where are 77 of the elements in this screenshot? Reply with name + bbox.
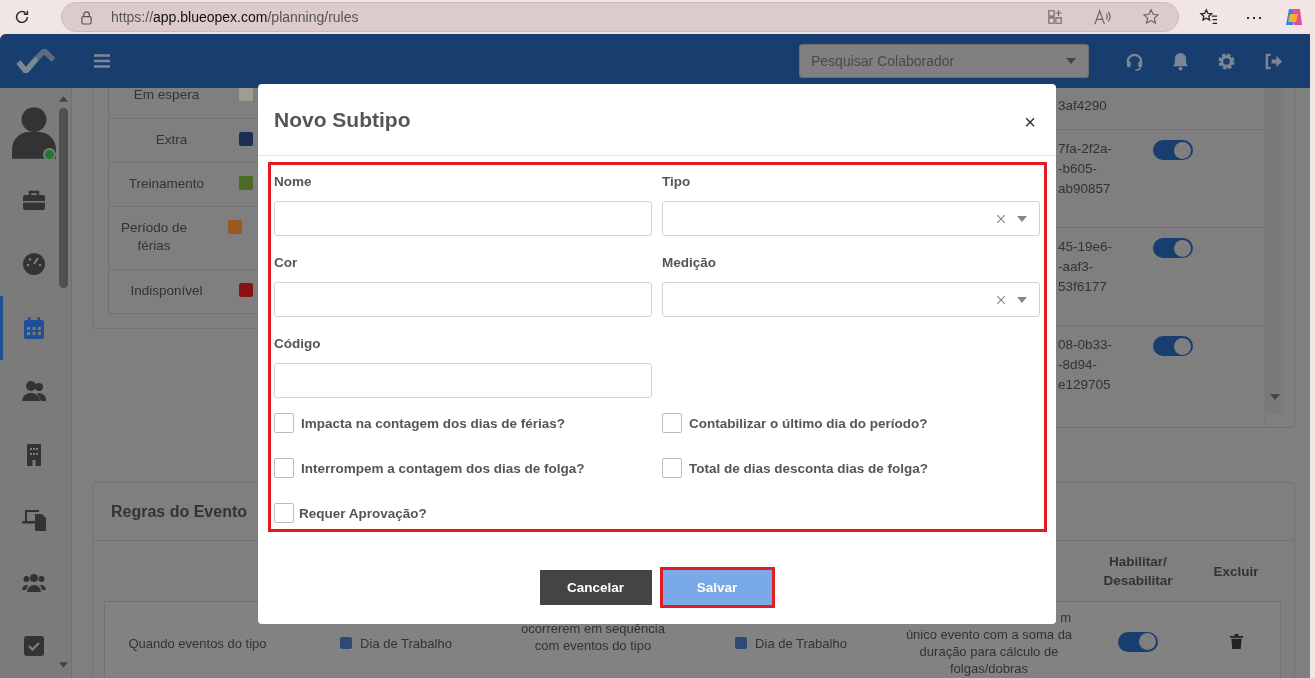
read-aloud-icon[interactable] — [1093, 8, 1112, 26]
checkbox[interactable] — [274, 458, 294, 478]
table-cell: m — [1060, 609, 1071, 626]
column-header: Excluir — [1213, 562, 1259, 581]
checkbox-label: Interrompem a contagem dos dias de folga? — [301, 460, 585, 476]
caret-icon[interactable] — [1017, 215, 1027, 222]
lock-icon — [80, 9, 93, 25]
checkbox[interactable] — [274, 503, 294, 523]
field-label: Cor — [274, 254, 298, 272]
trash-icon[interactable] — [1229, 633, 1243, 649]
dialog-title: Novo Subtipo — [274, 107, 411, 132]
headset-icon[interactable] — [1125, 51, 1144, 71]
avatar-icon[interactable] — [12, 104, 56, 160]
apps-icon[interactable] — [1047, 9, 1063, 25]
checkbox-label: Requer Aprovação? — [299, 505, 427, 521]
field-label: Tipo — [662, 173, 691, 191]
table-cell: Dia de Trabalho — [360, 634, 452, 652]
checkbox-label: Contabilizar o último dia do período? — [689, 415, 928, 431]
field-label: Medição — [662, 254, 716, 272]
logout-icon[interactable] — [1264, 52, 1283, 70]
more-menu[interactable]: ⋯ — [1245, 6, 1263, 28]
input-field[interactable] — [274, 363, 652, 398]
scrollbar-thumb[interactable] — [58, 108, 68, 288]
star-icon[interactable] — [1142, 8, 1160, 26]
menu-icon[interactable] — [94, 54, 110, 68]
toggle-switch[interactable] — [1153, 336, 1193, 356]
calendar-icon — [21, 315, 46, 340]
copilot-icon[interactable] — [1283, 6, 1305, 28]
input-field[interactable] — [274, 201, 652, 236]
legend-label: Treinamento — [127, 175, 206, 193]
legend-label: Em espera — [132, 88, 201, 104]
id-cell-text: 08-0b33- -8d94- e129705 — [1058, 336, 1114, 394]
legend-label: Período de férias — [119, 219, 189, 255]
checkbox-label: Impacta na contagem dos dias de férias? — [301, 415, 566, 431]
id-cell-text: 7fa-2f2a- -b605- ab90857 — [1058, 140, 1114, 198]
check-logo-icon — [16, 49, 56, 73]
checkbox[interactable] — [662, 413, 682, 433]
scroll-up-icon[interactable] — [58, 96, 68, 102]
scroll-down-icon[interactable] — [1270, 394, 1280, 400]
select-field[interactable] — [662, 282, 1040, 317]
close-button[interactable]: × — [1020, 111, 1040, 134]
people-icon — [21, 379, 46, 404]
clear-icon[interactable] — [997, 295, 1005, 304]
toggle-switch[interactable] — [1118, 631, 1158, 652]
favorites-icon[interactable] — [1199, 8, 1219, 26]
toggle-switch[interactable] — [1153, 140, 1193, 160]
checkbox-label: Total de dias desconta dias de folga? — [689, 460, 929, 476]
table-cell: Quando eventos do tipo — [128, 634, 267, 652]
address-bar[interactable]: https://app.blueopex.com/planning/rules — [61, 2, 1179, 32]
legend-label: Extra — [154, 131, 189, 149]
scroll-down-icon[interactable] — [58, 662, 68, 668]
caret-icon[interactable] — [1017, 296, 1027, 303]
field-label: Nome — [274, 173, 312, 191]
url-text: https://app.blueopex.com/planning/rules — [111, 9, 359, 25]
id-cell-text: 45-19e6- -aaf3- 53f6177 — [1058, 238, 1114, 296]
settings-icon[interactable] — [1217, 51, 1236, 71]
toggle-switch[interactable] — [1153, 238, 1193, 258]
table-cell-text: único evento com a soma da duração para cálculo de folgas/dobras — [904, 626, 1074, 677]
select-field[interactable] — [662, 201, 1040, 236]
gauge-icon — [21, 252, 46, 277]
bell-icon[interactable] — [1172, 51, 1189, 71]
reload-icon[interactable] — [13, 8, 31, 26]
checkbox[interactable] — [662, 458, 682, 478]
legend-label: Indisponível — [129, 282, 204, 300]
table-cell-text: ocorrerem em sequência com eventos do tipo — [520, 619, 666, 654]
id-cell-text: 3af4290 — [1058, 97, 1108, 115]
input-field[interactable] — [274, 282, 652, 317]
caret-icon — [1066, 58, 1076, 64]
checkbox[interactable] — [274, 413, 294, 433]
briefcase-icon — [21, 188, 46, 213]
card-title: Regras do Evento — [111, 502, 248, 521]
table-cell: Dia de Trabalho — [755, 634, 847, 652]
checkbox-icon — [21, 634, 46, 659]
cancel-button[interactable]: Cancelar — [539, 570, 652, 605]
clear-icon[interactable] — [997, 214, 1005, 223]
column-header: Habilitar/ Desabilitar — [1102, 553, 1174, 590]
field-label: Código — [274, 335, 321, 353]
